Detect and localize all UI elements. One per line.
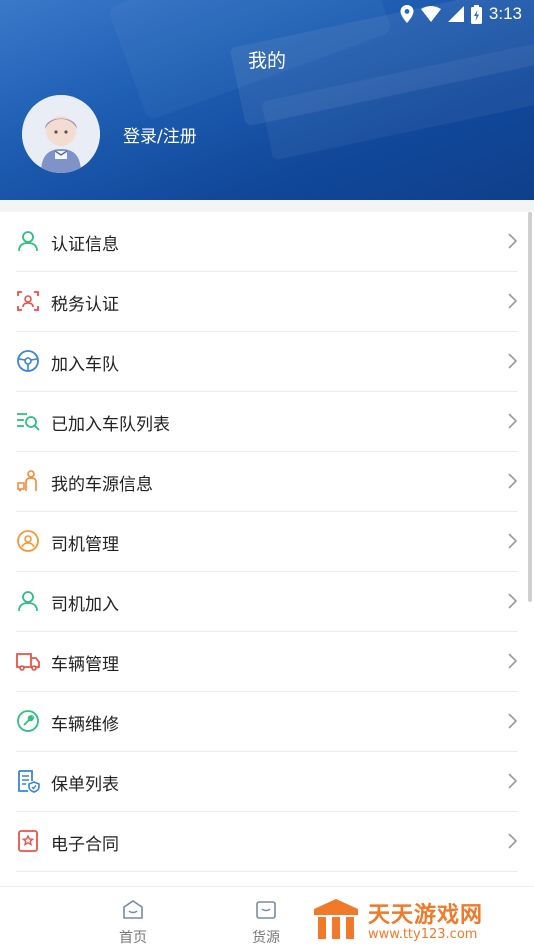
menu-item-label: 车辆维修: [51, 715, 119, 735]
chevron-right-icon: [508, 653, 518, 669]
person-add-icon: [18, 591, 38, 612]
face-scan-icon: [17, 291, 39, 311]
avatar-icon: [22, 95, 100, 173]
menu-item-vehicle-management[interactable]: 车辆管理: [0, 632, 534, 692]
wifi-icon: [420, 6, 441, 22]
driver-wheel-icon: [17, 530, 39, 552]
bottom-tab-bar: 首页 货源 天天游戏网 www.tty123.com: [0, 886, 534, 950]
menu-item-my-vehicle-info[interactable]: 我的车源信息: [0, 452, 534, 512]
chevron-right-icon: [508, 353, 518, 369]
menu-item-driver-join[interactable]: 司机加入: [0, 572, 534, 632]
chevron-right-icon: [508, 593, 518, 609]
chevron-right-icon: [508, 293, 518, 309]
tab-home[interactable]: 首页: [103, 899, 163, 947]
status-bar: 3:13: [0, 0, 534, 30]
battery-icon: [470, 4, 482, 24]
chevron-right-icon: [508, 713, 518, 729]
watermark-url: www.tty123.com: [368, 927, 478, 942]
menu-item-label: 司机管理: [51, 535, 119, 555]
tab-label: 货源: [252, 930, 280, 946]
menu-item-label: 电子合同: [51, 835, 119, 855]
menu-item-policy-list[interactable]: 保单列表: [0, 752, 534, 812]
menu-item-vehicle-repair[interactable]: 车辆维修: [0, 692, 534, 752]
page-title: 我的: [247, 50, 286, 72]
menu-item-label: 我的车源信息: [51, 475, 153, 495]
steering-wheel-icon: [17, 350, 39, 372]
chevron-right-icon: [508, 473, 518, 489]
menu-item-label: 认证信息: [51, 235, 119, 255]
chevron-right-icon: [508, 413, 518, 429]
home-icon: [123, 900, 143, 919]
contract-icon: [18, 830, 38, 852]
scrollbar[interactable]: [528, 212, 532, 602]
menu-item-label: 已加入车队列表: [51, 415, 170, 435]
menu-item-driver-management[interactable]: 司机管理: [0, 512, 534, 572]
chevron-right-icon: [508, 773, 518, 789]
menu-item-joined-fleet-list[interactable]: 已加入车队列表: [0, 392, 534, 452]
driver-truck-icon: [17, 470, 37, 492]
signal-icon: [447, 6, 464, 22]
tab-cargo-source[interactable]: 货源: [236, 899, 296, 947]
menu-item-e-contract[interactable]: 电子合同: [0, 812, 534, 872]
list-search-icon: [17, 413, 40, 431]
menu-item-tax-certification[interactable]: 税务认证: [0, 272, 534, 332]
menu-list: 认证信息 税务认证 加入车队 已加入车队列表 我的车源信息 司机管理 司机加入 …: [0, 212, 534, 872]
menu-item-label: 保单列表: [51, 775, 119, 795]
menu-item-label: 税务认证: [51, 295, 119, 315]
menu-item-label: 司机加入: [51, 595, 119, 615]
avatar[interactable]: [22, 95, 100, 173]
policy-list-icon: [18, 770, 40, 793]
section-gap: [0, 200, 534, 212]
profile-header: 3:13 我的 登录/注册: [0, 0, 534, 200]
chevron-right-icon: [508, 533, 518, 549]
chevron-right-icon: [508, 233, 518, 249]
menu-item-label: 车辆管理: [51, 655, 119, 675]
wrench-icon: [17, 710, 39, 732]
user-verify-icon: [18, 231, 38, 252]
watermark-title: 天天游戏网: [368, 903, 484, 928]
menu-item-certification[interactable]: 认证信息: [0, 212, 534, 272]
location-icon: [400, 5, 414, 23]
tab-label: 首页: [119, 930, 147, 946]
watermark-logo-icon: [314, 899, 358, 939]
truck-icon: [16, 653, 40, 671]
menu-item-label: 加入车队: [51, 355, 119, 375]
cargo-box-icon: [256, 901, 276, 919]
watermark: 天天游戏网 www.tty123.com: [308, 893, 534, 947]
menu-item-join-fleet[interactable]: 加入车队: [0, 332, 534, 392]
chevron-right-icon: [508, 833, 518, 849]
login-register-link[interactable]: 登录/注册: [123, 122, 197, 147]
status-time: 3:13: [488, 4, 522, 23]
